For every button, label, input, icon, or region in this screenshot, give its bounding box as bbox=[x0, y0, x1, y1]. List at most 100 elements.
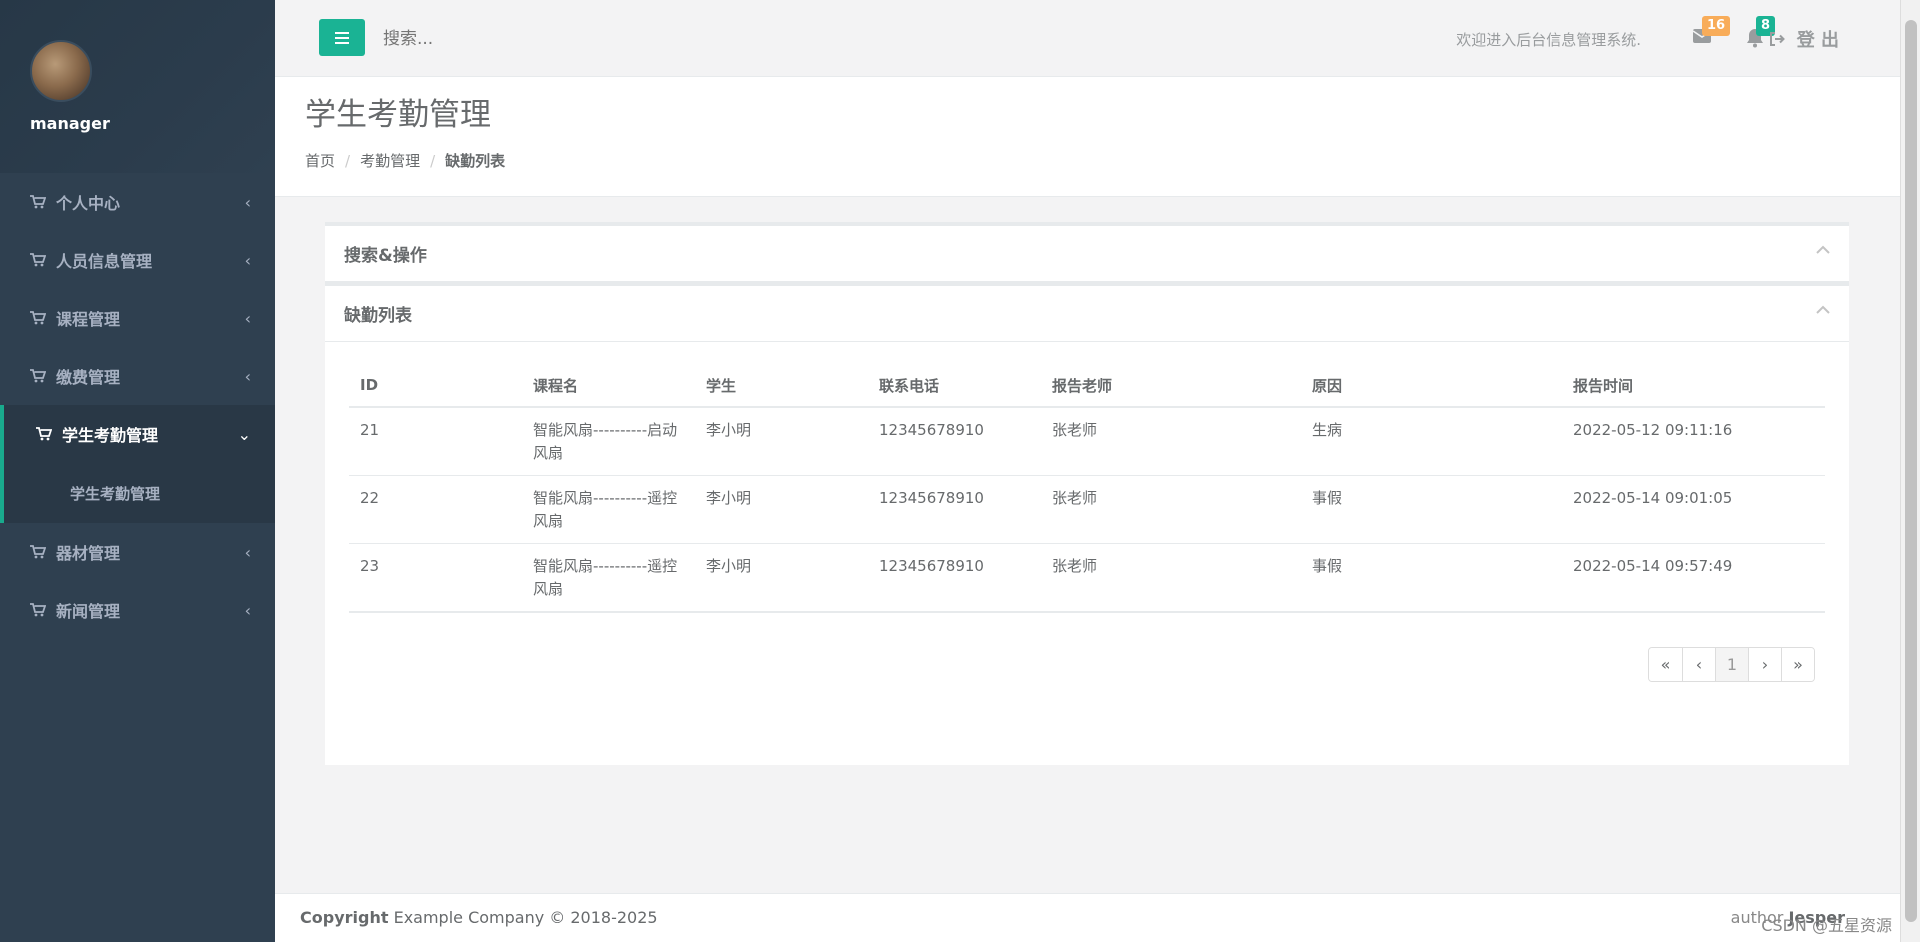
cart-icon bbox=[30, 369, 46, 383]
profile-name[interactable]: manager bbox=[30, 114, 275, 133]
sidebar-item-personal-center[interactable]: 个人中心 ‹ bbox=[0, 173, 275, 231]
column-header-course[interactable]: 课程名 bbox=[522, 364, 695, 408]
hamburger-icon bbox=[335, 36, 349, 39]
page-scrollbar[interactable] bbox=[1900, 0, 1920, 942]
cell-time: 2022-05-14 09:57:49 bbox=[1562, 543, 1825, 613]
cart-icon bbox=[36, 427, 52, 441]
cell-course: 智能风扇----------遥控 风扇 bbox=[522, 475, 695, 544]
chevron-left-icon: ‹ bbox=[244, 542, 251, 562]
panel-header[interactable]: 搜索&操作 bbox=[325, 226, 1849, 282]
cell-time: 2022-05-12 09:11:16 bbox=[1562, 407, 1825, 476]
page-prev-button[interactable]: ‹ bbox=[1682, 648, 1715, 681]
chevron-left-icon: ‹ bbox=[244, 192, 251, 212]
chevron-left-icon: ‹ bbox=[244, 250, 251, 270]
page-title: 学生考勤管理 bbox=[305, 97, 491, 133]
logout-label: 登 出 bbox=[1796, 30, 1839, 51]
cell-id: 22 bbox=[349, 475, 522, 544]
table-row[interactable]: 22 智能风扇----------遥控 风扇 李小明 12345678910 张老… bbox=[349, 475, 1825, 544]
cell-id: 23 bbox=[349, 543, 522, 613]
cell-reason: 事假 bbox=[1301, 475, 1562, 544]
watermark: CSDN @五星资源 bbox=[1761, 916, 1892, 935]
absence-list-panel: 缺勤列表 ID 课程名 学生 联系电话 报告老师 原因 报告时间 21 智能风扇… bbox=[325, 282, 1849, 765]
sidebar-subitem-attendance[interactable]: 学生考勤管理 bbox=[0, 463, 275, 523]
chevron-left-icon: ‹ bbox=[244, 600, 251, 620]
column-header-id[interactable]: ID bbox=[349, 364, 522, 408]
sidebar-item-label: 器材管理 bbox=[56, 544, 121, 563]
breadcrumb-current: 缺勤列表 bbox=[445, 152, 506, 171]
page-first-button[interactable]: « bbox=[1649, 648, 1682, 681]
cell-course: 智能风扇----------遥控 风扇 bbox=[522, 543, 695, 613]
chevron-left-icon: ‹ bbox=[244, 366, 251, 386]
menu-toggle-button[interactable] bbox=[319, 19, 365, 56]
cell-phone: 12345678910 bbox=[868, 475, 1041, 544]
welcome-message: 欢迎进入后台信息管理系统. bbox=[1456, 31, 1641, 49]
column-header-time[interactable]: 报告时间 bbox=[1562, 364, 1825, 408]
table-row[interactable]: 21 智能风扇----------启动 风扇 李小明 12345678910 张老… bbox=[349, 407, 1825, 476]
cell-teacher: 张老师 bbox=[1041, 407, 1301, 476]
copyright-company: Example Company © 2018-2025 bbox=[393, 908, 658, 927]
cell-time: 2022-05-14 09:01:05 bbox=[1562, 475, 1825, 544]
logout-button[interactable]: 登 出 bbox=[1769, 26, 1839, 52]
table-row[interactable]: 23 智能风扇----------遥控 风扇 李小明 12345678910 张老… bbox=[349, 543, 1825, 613]
breadcrumb-home[interactable]: 首页 bbox=[305, 152, 335, 170]
page-next-button[interactable]: › bbox=[1748, 648, 1781, 681]
search-operations-panel: 搜索&操作 bbox=[325, 222, 1849, 282]
page-heading: 学生考勤管理 首页 / 考勤管理 / 缺勤列表 bbox=[275, 77, 1900, 197]
sidebar-item-personnel[interactable]: 人员信息管理 ‹ bbox=[0, 231, 275, 289]
table-header-row: ID 课程名 学生 联系电话 报告老师 原因 报告时间 bbox=[349, 364, 1825, 408]
panel-content: ID 课程名 学生 联系电话 报告老师 原因 报告时间 21 智能风扇-----… bbox=[325, 342, 1849, 635]
course-line: 智能风扇----------遥控 bbox=[533, 489, 678, 507]
sidebar-item-label: 学生考勤管理 bbox=[62, 426, 159, 445]
chevron-up-icon[interactable] bbox=[1815, 305, 1831, 315]
chevron-down-icon: ⌄ bbox=[237, 424, 251, 444]
cart-icon bbox=[30, 603, 46, 617]
cell-teacher: 张老师 bbox=[1041, 543, 1301, 613]
sidebar-item-label: 缴费管理 bbox=[56, 368, 121, 387]
cart-icon bbox=[30, 545, 46, 559]
sidebar-item-news[interactable]: 新闻管理 ‹ bbox=[0, 581, 275, 639]
course-line: 智能风扇----------启动 bbox=[533, 421, 678, 439]
column-header-phone[interactable]: 联系电话 bbox=[868, 364, 1041, 408]
avatar[interactable] bbox=[30, 40, 92, 102]
copyright-label: Copyright bbox=[300, 908, 389, 927]
column-header-teacher[interactable]: 报告老师 bbox=[1041, 364, 1301, 408]
cell-reason: 事假 bbox=[1301, 543, 1562, 613]
cell-student: 李小明 bbox=[695, 475, 868, 544]
notifications-button[interactable]: 8 bbox=[1746, 16, 1776, 48]
sidebar-item-payments[interactable]: 缴费管理 ‹ bbox=[0, 347, 275, 405]
column-header-student[interactable]: 学生 bbox=[695, 364, 868, 408]
chevron-up-icon[interactable] bbox=[1815, 245, 1831, 255]
panel-title: 搜索&操作 bbox=[344, 246, 427, 266]
messages-button[interactable]: 16 bbox=[1692, 16, 1731, 48]
sign-out-icon bbox=[1769, 32, 1785, 46]
cell-phone: 12345678910 bbox=[868, 407, 1041, 476]
breadcrumb-separator: / bbox=[430, 152, 436, 171]
cart-icon bbox=[30, 253, 46, 267]
sidebar-item-equipment[interactable]: 器材管理 ‹ bbox=[0, 523, 275, 581]
sidebar-item-label: 人员信息管理 bbox=[56, 252, 153, 271]
panel-title: 缺勤列表 bbox=[344, 306, 412, 326]
absence-table: ID 课程名 学生 联系电话 报告老师 原因 报告时间 21 智能风扇-----… bbox=[349, 364, 1825, 613]
profile-block: manager bbox=[0, 0, 275, 173]
sidebar-item-courses[interactable]: 课程管理 ‹ bbox=[0, 289, 275, 347]
breadcrumb: 首页 / 考勤管理 / 缺勤列表 bbox=[305, 150, 1870, 171]
cart-icon bbox=[30, 311, 46, 325]
column-header-reason[interactable]: 原因 bbox=[1301, 364, 1562, 408]
course-line: 风扇 bbox=[533, 580, 564, 598]
page-last-button[interactable]: » bbox=[1781, 648, 1814, 681]
chevron-left-icon: ‹ bbox=[244, 308, 251, 328]
search-input[interactable] bbox=[383, 24, 703, 54]
course-line: 智能风扇----------遥控 bbox=[533, 557, 678, 575]
page-current-button[interactable]: 1 bbox=[1715, 648, 1748, 681]
course-line: 风扇 bbox=[533, 444, 564, 462]
cell-reason: 生病 bbox=[1301, 407, 1562, 476]
scrollbar-thumb[interactable] bbox=[1905, 20, 1917, 922]
messages-badge: 16 bbox=[1702, 16, 1731, 36]
cell-course: 智能风扇----------启动 风扇 bbox=[522, 407, 695, 476]
sidebar-item-attendance[interactable]: 学生考勤管理 ⌄ bbox=[0, 405, 275, 463]
panel-header[interactable]: 缺勤列表 bbox=[325, 286, 1849, 342]
breadcrumb-attendance[interactable]: 考勤管理 bbox=[360, 152, 420, 170]
footer: Copyright Example Company © 2018-2025 au… bbox=[275, 893, 1900, 942]
sidebar: manager 个人中心 ‹ 人员信息管理 ‹ 课程管理 ‹ 缴费管理 ‹ 学生… bbox=[0, 0, 275, 942]
breadcrumb-separator: / bbox=[345, 152, 351, 171]
